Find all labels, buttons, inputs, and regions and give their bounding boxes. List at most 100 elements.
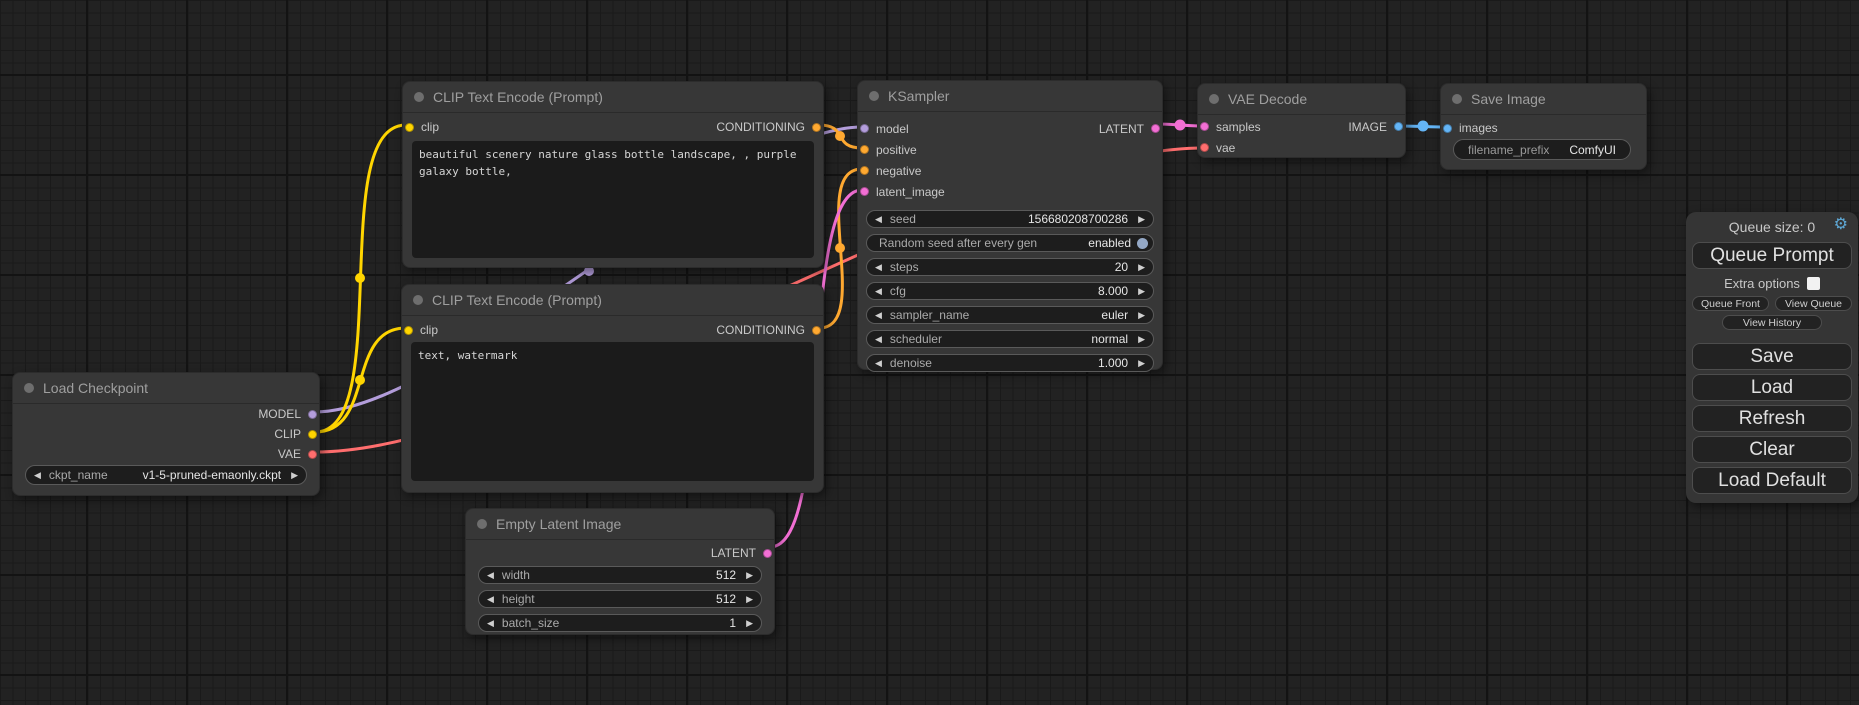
increment-icon[interactable]: ▶: [746, 571, 753, 580]
load-button[interactable]: Load: [1692, 374, 1852, 401]
queue-front-button[interactable]: Queue Front: [1692, 296, 1769, 311]
conditioning-output-port[interactable]: [812, 123, 821, 132]
save-button[interactable]: Save: [1692, 343, 1852, 370]
queue-prompt-button[interactable]: Queue Prompt: [1692, 242, 1852, 269]
node-vae-decode[interactable]: VAE Decode samples IMAGE vae: [1197, 83, 1406, 158]
model-output-port[interactable]: [308, 410, 317, 419]
vae-output-port[interactable]: [308, 450, 317, 459]
decrement-icon[interactable]: ◀: [487, 619, 494, 628]
increment-icon[interactable]: ▶: [1138, 335, 1145, 344]
samples-input-port[interactable]: [1200, 122, 1209, 131]
image-output-port[interactable]: [1394, 122, 1403, 131]
node-save-image[interactable]: Save Image images filename_prefix ComfyU…: [1440, 83, 1647, 170]
latent-output-port[interactable]: [1151, 124, 1160, 133]
clip-input-port[interactable]: [405, 123, 414, 132]
load-default-button[interactable]: Load Default: [1692, 467, 1852, 494]
decrement-icon[interactable]: ◀: [875, 311, 882, 320]
node-title-bar: Save Image: [1441, 84, 1646, 115]
widget-label: ckpt_name: [49, 468, 108, 482]
input-label: latent_image: [876, 185, 945, 199]
images-input-port[interactable]: [1443, 124, 1452, 133]
collapse-dot[interactable]: [477, 519, 487, 529]
widget-value: 512: [716, 568, 736, 582]
node-title-bar: CLIP Text Encode (Prompt): [403, 82, 823, 113]
collapse-dot[interactable]: [869, 91, 879, 101]
collapse-dot[interactable]: [414, 92, 424, 102]
node-title-bar: Load Checkpoint: [13, 373, 319, 404]
decrement-icon[interactable]: ◀: [875, 263, 882, 272]
positive-input-port[interactable]: [860, 145, 869, 154]
collapse-dot[interactable]: [1452, 94, 1462, 104]
view-queue-button[interactable]: View Queue: [1775, 296, 1852, 311]
increment-icon[interactable]: ▶: [1138, 311, 1145, 320]
seed-widget[interactable]: ◀ seed 156680208700286 ▶: [866, 210, 1154, 228]
clip-input-port[interactable]: [404, 326, 413, 335]
negative-prompt-textarea[interactable]: text, watermark: [411, 342, 814, 481]
node-title: CLIP Text Encode (Prompt): [433, 89, 603, 105]
ckpt-name-widget[interactable]: ◀ ckpt_name v1-5-pruned-emaonly.ckpt ▶: [25, 465, 307, 485]
widget-value: normal: [1091, 332, 1128, 346]
batch-size-widget[interactable]: ◀ batch_size 1 ▶: [478, 614, 762, 632]
scheduler-widget[interactable]: ◀ scheduler normal ▶: [866, 330, 1154, 348]
latent-image-input-port[interactable]: [860, 187, 869, 196]
conditioning-output-port[interactable]: [812, 326, 821, 335]
widget-label: scheduler: [890, 332, 942, 346]
collapse-dot[interactable]: [413, 295, 423, 305]
node-title: Empty Latent Image: [496, 516, 621, 532]
increment-icon[interactable]: ▶: [1138, 263, 1145, 272]
graph-canvas[interactable]: Load Checkpoint MODEL CLIP VAE ◀ ckpt_na…: [0, 0, 1859, 705]
collapse-dot[interactable]: [1209, 94, 1219, 104]
steps-widget[interactable]: ◀ steps 20 ▶: [866, 258, 1154, 276]
decrement-icon[interactable]: ◀: [487, 571, 494, 580]
increment-icon[interactable]: ▶: [291, 471, 298, 480]
height-widget[interactable]: ◀ height 512 ▶: [478, 590, 762, 608]
node-clip-text-encode-positive[interactable]: CLIP Text Encode (Prompt) clip CONDITION…: [402, 81, 824, 268]
latent-output-port[interactable]: [763, 549, 772, 558]
output-label: CONDITIONING: [716, 120, 805, 134]
collapse-dot[interactable]: [24, 383, 34, 393]
widget-value: 1: [729, 616, 736, 630]
decrement-icon[interactable]: ◀: [34, 471, 41, 480]
node-ksampler[interactable]: KSampler model LATENT positive: [857, 80, 1163, 370]
extra-options-checkbox[interactable]: [1807, 277, 1820, 290]
width-widget[interactable]: ◀ width 512 ▶: [478, 566, 762, 584]
refresh-button[interactable]: Refresh: [1692, 405, 1852, 432]
negative-input-port[interactable]: [860, 166, 869, 175]
increment-icon[interactable]: ▶: [1138, 287, 1145, 296]
output-label: LATENT: [711, 546, 756, 560]
view-history-button[interactable]: View History: [1722, 315, 1822, 330]
link-dot: [835, 131, 845, 141]
cfg-widget[interactable]: ◀ cfg 8.000 ▶: [866, 282, 1154, 300]
decrement-icon[interactable]: ◀: [875, 287, 882, 296]
input-label: clip: [421, 120, 439, 134]
widget-value: euler: [1101, 308, 1128, 322]
denoise-widget[interactable]: ◀ denoise 1.000 ▶: [866, 354, 1154, 372]
gear-icon[interactable]: ⚙: [1834, 217, 1848, 233]
input-label: vae: [1216, 141, 1235, 155]
toggle-on-icon[interactable]: [1137, 238, 1148, 249]
filename-prefix-widget[interactable]: filename_prefix ComfyUI: [1453, 139, 1631, 160]
widget-value: v1-5-pruned-emaonly.ckpt: [143, 468, 282, 482]
output-label: LATENT: [1099, 122, 1144, 136]
clear-button[interactable]: Clear: [1692, 436, 1852, 463]
decrement-icon[interactable]: ◀: [875, 359, 882, 368]
increment-icon[interactable]: ▶: [1138, 359, 1145, 368]
clip-output-port[interactable]: [308, 430, 317, 439]
decrement-icon[interactable]: ◀: [875, 335, 882, 344]
node-title: KSampler: [888, 88, 949, 104]
positive-prompt-textarea[interactable]: beautiful scenery nature glass bottle la…: [412, 141, 814, 258]
node-clip-text-encode-negative[interactable]: CLIP Text Encode (Prompt) clip CONDITION…: [401, 284, 824, 493]
vae-input-port[interactable]: [1200, 143, 1209, 152]
increment-icon[interactable]: ▶: [746, 595, 753, 604]
random-seed-toggle[interactable]: Random seed after every gen enabled: [866, 234, 1154, 252]
node-load-checkpoint[interactable]: Load Checkpoint MODEL CLIP VAE ◀ ckpt_na…: [12, 372, 320, 496]
sampler-name-widget[interactable]: ◀ sampler_name euler ▶: [866, 306, 1154, 324]
decrement-icon[interactable]: ◀: [875, 215, 882, 224]
increment-icon[interactable]: ▶: [1138, 215, 1145, 224]
model-input-port[interactable]: [860, 124, 869, 133]
input-label: negative: [876, 164, 921, 178]
increment-icon[interactable]: ▶: [746, 619, 753, 628]
node-empty-latent-image[interactable]: Empty Latent Image LATENT ◀ width 512 ▶ …: [465, 508, 775, 635]
decrement-icon[interactable]: ◀: [487, 595, 494, 604]
widget-label: denoise: [890, 356, 932, 370]
